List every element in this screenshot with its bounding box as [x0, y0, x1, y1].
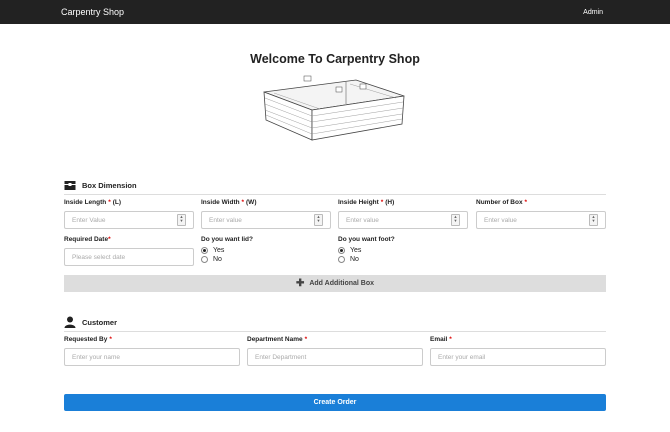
- length-spinner[interactable]: ▲ ▼: [177, 214, 186, 226]
- admin-menu[interactable]: Admin: [583, 9, 603, 16]
- height-input[interactable]: Enter value ▲ ▼: [338, 211, 468, 229]
- email-input[interactable]: Enter your email: [430, 348, 606, 366]
- customer-header: Customer: [64, 316, 606, 332]
- lid-group: Do you want lid? Yes No: [201, 236, 253, 263]
- width-spinner[interactable]: ▲ ▼: [314, 214, 323, 226]
- length-label: Inside Length * (L): [64, 199, 121, 206]
- box-illustration: [263, 75, 405, 141]
- department-label: Department Name *: [247, 336, 308, 343]
- requested-by-input[interactable]: Enter your name: [64, 348, 240, 366]
- lid-question: Do you want lid?: [201, 236, 253, 243]
- plus-icon: ✚: [295, 278, 305, 289]
- brand-link[interactable]: Carpentry Shop: [61, 7, 124, 17]
- foot-yes-radio[interactable]: [338, 247, 345, 254]
- foot-question: Do you want foot?: [338, 236, 395, 243]
- lid-yes-radio[interactable]: [201, 247, 208, 254]
- foot-no-option[interactable]: No: [338, 256, 395, 263]
- box-dimension-header: Box Dimension: [64, 179, 606, 195]
- box-dimension-section: Box Dimension: [64, 179, 606, 195]
- foot-no-radio[interactable]: [338, 256, 345, 263]
- create-order-button[interactable]: Create Order: [64, 394, 606, 411]
- requested-by-label: Requested By *: [64, 336, 112, 343]
- count-input[interactable]: Enter value ▲ ▼: [476, 211, 606, 229]
- date-label: Required Date*: [64, 236, 111, 243]
- width-label: Inside Width * (W): [201, 199, 257, 206]
- lid-yes-option[interactable]: Yes: [201, 247, 253, 254]
- add-additional-box-button[interactable]: ✚ Add Additional Box: [64, 275, 606, 292]
- top-navbar: Carpentry Shop Admin: [0, 0, 670, 24]
- box-dimension-title: Box Dimension: [82, 180, 137, 190]
- customer-section: Customer: [64, 316, 606, 332]
- required-date-input[interactable]: Please select date: [64, 248, 194, 266]
- customer-title: Customer: [82, 317, 118, 327]
- count-label: Number of Box *: [476, 199, 528, 206]
- height-label: Inside Height * (H): [338, 199, 395, 206]
- department-input[interactable]: Enter Department: [247, 348, 423, 366]
- count-spinner[interactable]: ▲ ▼: [589, 214, 598, 226]
- length-input[interactable]: Enter Value ▲ ▼: [64, 211, 194, 229]
- box-icon: [64, 181, 76, 190]
- width-input[interactable]: Enter value ▲ ▼: [201, 211, 331, 229]
- lid-no-option[interactable]: No: [201, 256, 253, 263]
- page-title: Welcome To Carpentry Shop: [250, 52, 420, 66]
- email-label: Email *: [430, 336, 452, 343]
- lid-no-radio[interactable]: [201, 256, 208, 263]
- user-icon: [64, 316, 76, 328]
- foot-group: Do you want foot? Yes No: [338, 236, 395, 263]
- foot-yes-option[interactable]: Yes: [338, 247, 395, 254]
- height-spinner[interactable]: ▲ ▼: [451, 214, 460, 226]
